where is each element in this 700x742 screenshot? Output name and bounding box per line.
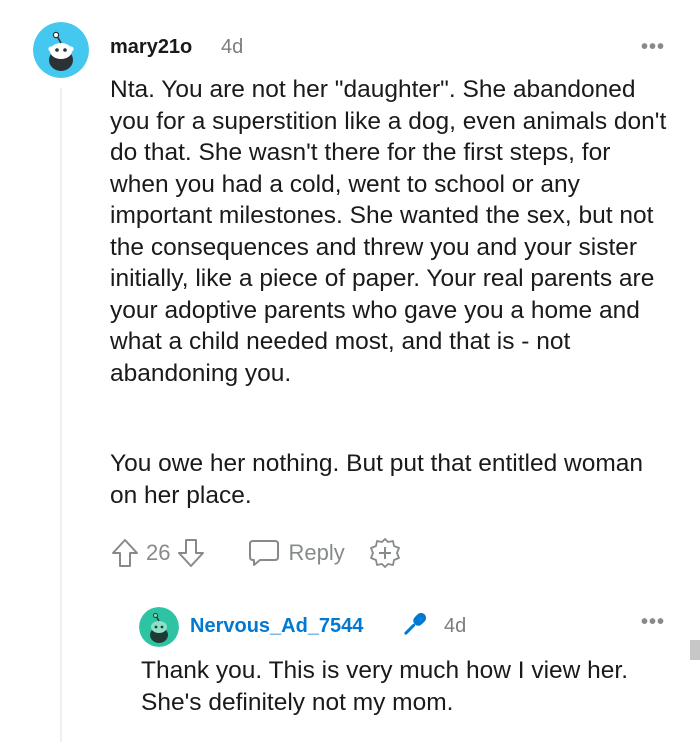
microphone-icon bbox=[397, 608, 431, 647]
reply-button[interactable]: Reply bbox=[248, 538, 345, 568]
reply-text: Thank you. This is very much how I view … bbox=[141, 657, 629, 716]
comment-username[interactable]: mary21o bbox=[110, 36, 192, 59]
avatar[interactable] bbox=[33, 22, 89, 78]
reply-username[interactable]: Nervous_Ad_7544 bbox=[190, 615, 363, 638]
chat-bubble-icon bbox=[248, 538, 280, 568]
snoo-avatar-icon bbox=[139, 607, 179, 647]
award-plus-icon[interactable] bbox=[369, 537, 401, 569]
more-options-button[interactable]: ••• bbox=[641, 611, 665, 634]
comment-paragraph: You owe her nothing. But put that entitl… bbox=[110, 450, 644, 509]
downvote-icon[interactable] bbox=[176, 537, 206, 569]
comment-paragraph: Nta. You are not her "daughter". She aba… bbox=[110, 76, 667, 387]
upvote-icon[interactable] bbox=[110, 537, 140, 569]
comment-actions: 26 Reply bbox=[110, 537, 401, 569]
scrollbar-thumb[interactable] bbox=[690, 640, 700, 660]
snoo-avatar-icon bbox=[33, 22, 89, 78]
comment-age: 4d bbox=[221, 36, 244, 58]
avatar[interactable] bbox=[139, 607, 179, 647]
vote-score: 26 bbox=[146, 540, 171, 565]
reply-age: 4d bbox=[444, 615, 467, 637]
more-options-button[interactable]: ••• bbox=[641, 36, 665, 59]
reply-label: Reply bbox=[288, 540, 345, 565]
thread-line[interactable] bbox=[60, 88, 62, 742]
